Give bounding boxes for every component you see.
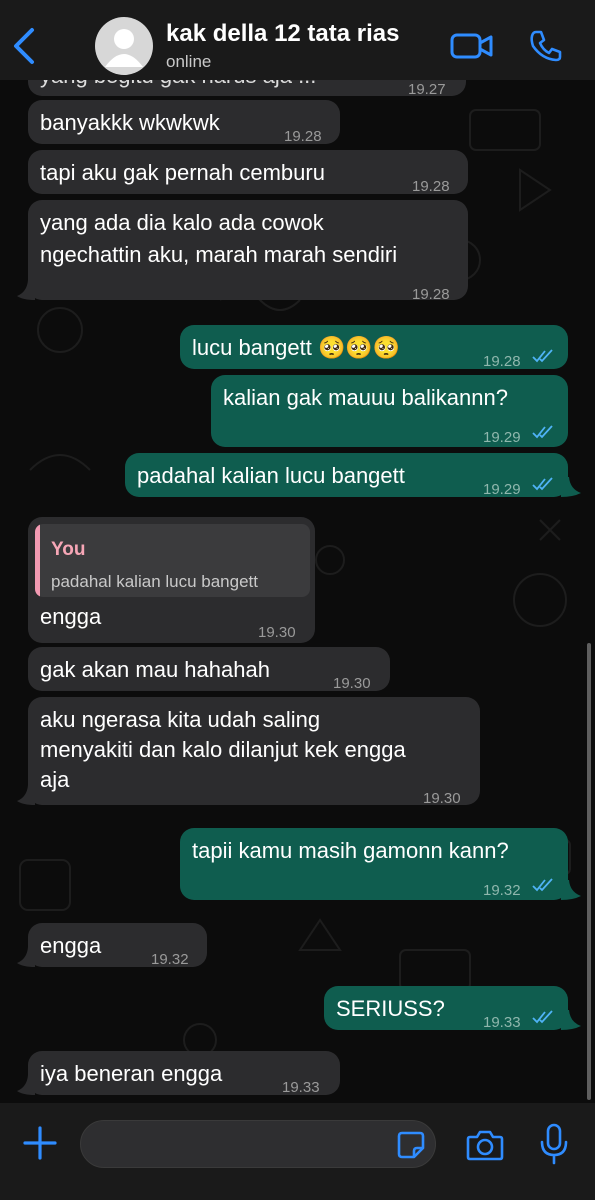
message-input-bar [0, 1103, 595, 1200]
back-button[interactable] [8, 26, 42, 66]
message-time: 19.30 [333, 675, 371, 692]
message-time: 19.28 [412, 286, 450, 303]
message-time: 19.29 [483, 481, 521, 498]
video-call-button[interactable] [449, 30, 495, 62]
contact-avatar[interactable] [95, 17, 153, 75]
message-text-line: aja [40, 767, 70, 792]
chevron-left-icon [14, 28, 34, 64]
message-time: 19.28 [284, 128, 322, 145]
message-text: SERIUSS? [336, 996, 445, 1021]
bubble-tail [561, 477, 581, 497]
message-time: 19.29 [483, 429, 521, 446]
quoted-message[interactable]: You padahal kalian lucu bangett [35, 524, 310, 597]
message-text-line: menyakiti dan kalo dilanjut kek engga [40, 737, 406, 762]
read-ticks-icon [532, 349, 553, 363]
message-text-line: yang ada dia kalo ada cowok [40, 210, 324, 235]
read-ticks-icon [532, 878, 553, 892]
chat-header: kak della 12 tata rias online [0, 0, 595, 80]
bubble-tail [17, 785, 35, 805]
video-call-icon [450, 33, 493, 59]
message-text-line: ngechattin aku, marah marah sendiri [40, 242, 398, 267]
message-bubble-outgoing[interactable]: lucu bangett 🥺🥺🥺 19.28 [180, 325, 568, 370]
avatar-icon [105, 29, 143, 67]
message-text: banyakkk wkwkwk [40, 110, 220, 135]
message-bubble-incoming[interactable]: iya beneran engga 19.33 [28, 1051, 340, 1096]
message-bubble-incoming[interactable]: banyakkk wkwkwk 19.28 [28, 100, 340, 145]
message-bubble-incoming[interactable]: yang begitu gak harus aja ... 19.27 [28, 80, 466, 98]
phone-icon [530, 30, 562, 62]
message-list[interactable]: yang begitu gak harus aja ... 19.27 bany… [0, 80, 595, 1100]
message-bubble-incoming[interactable]: gak akan mau hahahah 19.30 [28, 647, 390, 692]
read-ticks-icon [532, 1010, 553, 1024]
message-bubble-incoming[interactable]: engga 19.32 [28, 923, 207, 968]
attach-button[interactable] [22, 1125, 58, 1161]
microphone-button[interactable] [539, 1123, 569, 1165]
message-bubble-incoming[interactable]: aku ngerasa kita udah saling menyakiti d… [28, 697, 480, 807]
message-text: iya beneran engga [40, 1061, 223, 1086]
message-bubble-outgoing[interactable]: kalian gak mauuu balikannn? 19.29 [211, 375, 568, 447]
message-time: 19.30 [258, 624, 296, 641]
scrollbar[interactable] [587, 643, 591, 1100]
message-bubble-outgoing[interactable]: SERIUSS? 19.33 [324, 986, 568, 1031]
message-text: lucu bangett 🥺🥺🥺 [192, 335, 401, 360]
bubble-tail [17, 280, 35, 300]
message-time: 19.33 [483, 1014, 521, 1031]
message-time: 19.28 [483, 353, 521, 370]
bubble-tail [561, 880, 581, 900]
quote-author: You [51, 539, 86, 560]
message-text: kalian gak mauuu balikannn? [223, 385, 508, 410]
message-text: tapi aku gak pernah cemburu [40, 160, 325, 185]
message-bubble-incoming-reply[interactable]: You padahal kalian lucu bangett engga 19… [28, 517, 315, 643]
message-text: engga [40, 604, 102, 629]
bubble-tail [17, 947, 35, 967]
message-text-line: aku ngerasa kita udah saling [40, 707, 321, 732]
plus-icon [23, 1126, 57, 1160]
camera-button[interactable] [466, 1129, 504, 1161]
message-bubble-outgoing[interactable]: padahal kalian lucu bangett 19.29 [125, 453, 568, 498]
message-time: 19.30 [423, 790, 461, 807]
voice-call-button[interactable] [528, 28, 564, 64]
read-ticks-icon [532, 425, 553, 439]
message-bubble-incoming[interactable]: yang ada dia kalo ada cowok ngechattin a… [28, 200, 468, 303]
read-ticks-icon [532, 477, 553, 491]
chat-screen: kak della 12 tata rias online yang begit… [0, 0, 595, 1200]
message-text: padahal kalian lucu bangett [137, 463, 405, 488]
contact-name[interactable]: kak della 12 tata rias [166, 20, 399, 48]
message-input[interactable] [80, 1120, 436, 1168]
message-text: tapii kamu masih gamonn kann? [192, 838, 509, 863]
quote-text: padahal kalian lucu bangett [51, 572, 258, 591]
sticker-button[interactable] [396, 1130, 426, 1160]
message-bubble-incoming[interactable]: tapi aku gak pernah cemburu 19.28 [28, 150, 468, 195]
camera-icon [466, 1130, 504, 1161]
message-time: 19.27 [408, 81, 446, 98]
message-text: engga [40, 933, 102, 958]
message-time: 19.32 [151, 951, 189, 968]
message-bubble-outgoing[interactable]: tapii kamu masih gamonn kann? 19.32 [180, 828, 568, 900]
message-time: 19.33 [282, 1079, 320, 1096]
message-time: 19.32 [483, 882, 521, 899]
contact-status: online [166, 52, 212, 71]
quote-accent-bar [35, 524, 40, 597]
message-text: yang begitu gak harus aja ... [40, 80, 316, 92]
message-text: gak akan mau hahahah [40, 657, 270, 682]
bubble-tail [561, 1010, 581, 1030]
message-time: 19.28 [412, 178, 450, 195]
bubble-tail [17, 1075, 35, 1095]
microphone-icon [540, 1123, 568, 1165]
sticker-icon [397, 1131, 425, 1159]
